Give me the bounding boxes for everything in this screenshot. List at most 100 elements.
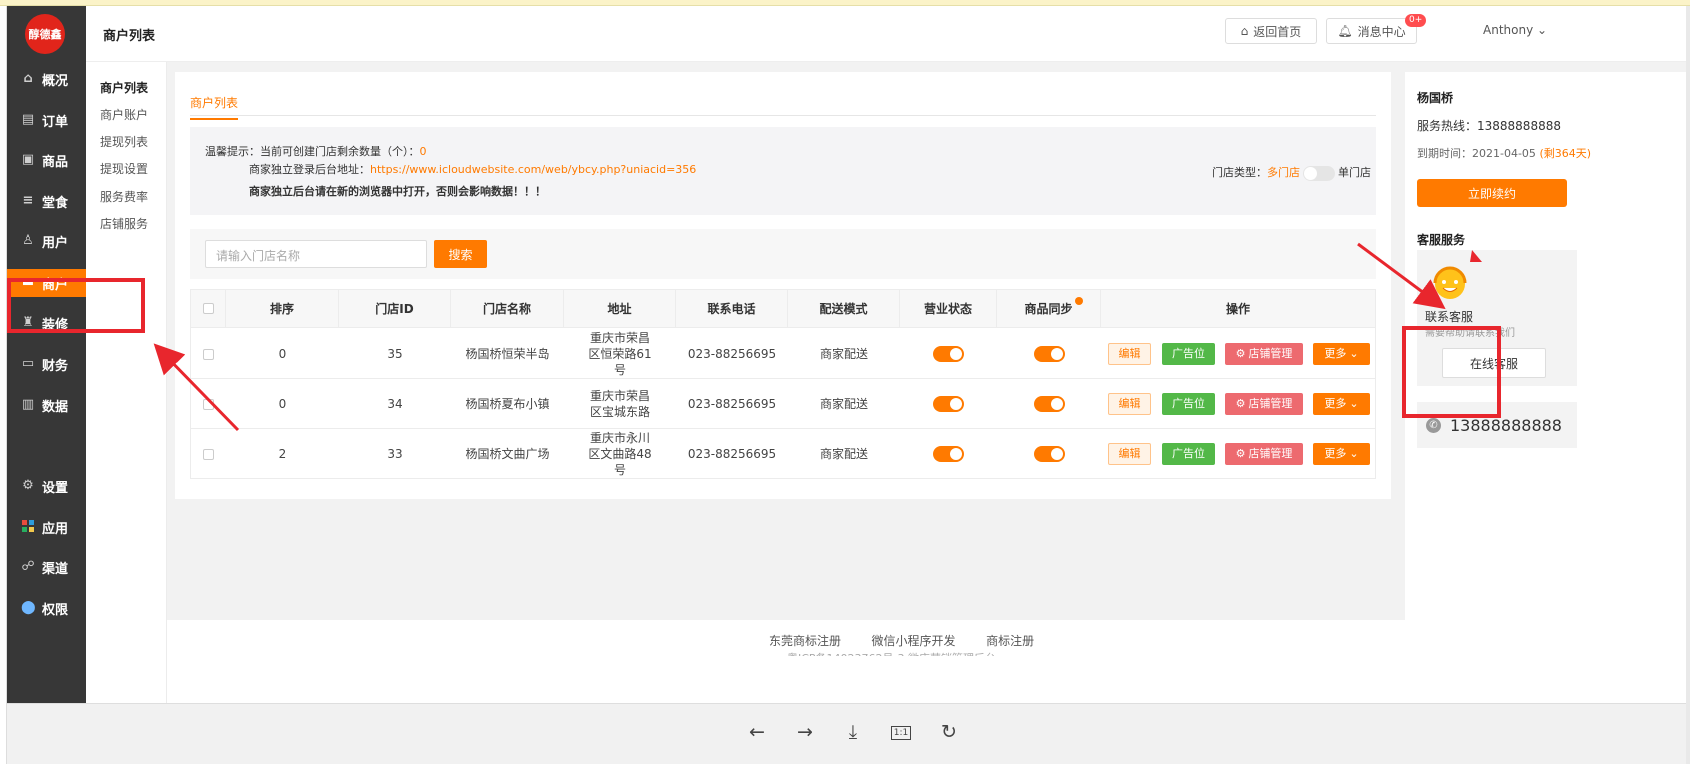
service-hotline: 服务热线：13888888888: [1417, 119, 1561, 133]
address-cell: 重庆市荣昌区恒荣路61号: [588, 331, 652, 377]
footer-link[interactable]: 微信小程序开发: [872, 634, 956, 648]
user-menu[interactable]: Anthony ⌄: [1483, 23, 1547, 37]
sidebar-item-users[interactable]: ♙ 用户: [7, 227, 86, 255]
actions-cell: 编辑 广告位 ⚙ 店铺管理 更多 ⌄: [1101, 379, 1375, 429]
ad-slot-button[interactable]: 广告位: [1162, 443, 1215, 465]
store-table: 排序 门店ID 门店名称 地址 联系电话 配送模式 营业状态 商品同步 操作 0…: [190, 289, 1376, 479]
image-viewer-toolbar: ← → ⤓ 1:1 ↻: [7, 703, 1686, 764]
ad-slot-button[interactable]: 广告位: [1162, 343, 1215, 365]
row-checkbox[interactable]: [203, 398, 214, 410]
store-type-multi[interactable]: 多门店: [1267, 166, 1300, 179]
row-checkbox[interactable]: [203, 448, 214, 460]
renew-button[interactable]: 立即续约: [1417, 179, 1567, 207]
store-manage-label: 店铺管理: [1248, 347, 1293, 360]
more-dropdown-button[interactable]: 更多 ⌄: [1313, 343, 1370, 365]
sidebar-item-goods[interactable]: ▣ 商品: [7, 146, 86, 174]
download-icon[interactable]: ⤓: [841, 720, 865, 744]
more-dropdown-button[interactable]: 更多 ⌄: [1313, 443, 1370, 465]
store-manage-button[interactable]: ⚙ 店铺管理: [1225, 443, 1303, 465]
goods-sync-switch-cell: [997, 329, 1101, 379]
store-type-single[interactable]: 单门店: [1338, 166, 1371, 179]
edit-button[interactable]: 编辑: [1108, 393, 1151, 415]
subnav-item-merchant-account[interactable]: 商户账户: [100, 106, 148, 123]
goods-sync-switch[interactable]: [1033, 396, 1065, 412]
sidebar-item-data[interactable]: ▥ 数据: [7, 391, 86, 419]
sidebar-item-channels[interactable]: ☍ 渠道: [7, 553, 86, 581]
expire-date-label: 到期时间：2021-04-05: [1417, 147, 1536, 160]
sidebar-item-label: 数据: [42, 399, 69, 415]
message-center-button[interactable]: 🔔︎ 消息中心: [1326, 18, 1417, 44]
subnav-item-withdraw-list[interactable]: 提现列表: [100, 133, 148, 150]
business-status-switch[interactable]: [933, 346, 964, 362]
goods-sync-switch[interactable]: [1033, 346, 1065, 362]
business-status-switch-cell: [900, 329, 997, 379]
goods-sync-switch[interactable]: [1033, 446, 1065, 462]
sidebar-item-dine-in[interactable]: ≡ 堂食: [7, 187, 86, 215]
goods-sync-switch-cell: [997, 379, 1101, 429]
actual-size-icon[interactable]: 1:1: [889, 720, 913, 744]
address-cell: 重庆市荣昌区宝城东路: [589, 389, 650, 419]
subnav-item-store-service[interactable]: 店铺服务: [100, 215, 148, 232]
business-status-switch[interactable]: [933, 446, 964, 462]
subnav-item-withdraw-settings[interactable]: 提现设置: [100, 160, 148, 177]
column-header: 操作: [1101, 290, 1375, 328]
row-checkbox-cell[interactable]: [191, 429, 226, 479]
row-checkbox[interactable]: [203, 348, 214, 360]
sidebar-item-overview[interactable]: ⌂ 概况: [7, 65, 86, 93]
ad-slot-button[interactable]: 广告位: [1162, 393, 1215, 415]
actions-cell: 编辑 广告位 ⚙ 店铺管理 更多 ⌄: [1101, 429, 1375, 479]
notice-url-label: 商家独立登录后台地址：: [249, 163, 370, 176]
merchant-login-link[interactable]: https://www.icloudwebsite.com/web/ybcy.p…: [370, 163, 696, 176]
expire-date: 到期时间：2021-04-05 (剩364天): [1417, 145, 1591, 161]
search-button[interactable]: 搜索: [434, 240, 487, 268]
more-dropdown-button[interactable]: 更多 ⌄: [1313, 393, 1370, 415]
footer-link[interactable]: 商标注册: [986, 634, 1034, 648]
header-checkbox-cell[interactable]: [191, 290, 226, 328]
more-label: 更多: [1324, 347, 1347, 360]
store-manage-button[interactable]: ⚙ 店铺管理: [1225, 393, 1303, 415]
subnav-item-service-rate[interactable]: 服务费率: [100, 188, 148, 205]
delivery-cell: 商家配送: [819, 397, 868, 411]
table-row: 0 34 杨国桥夏布小镇 重庆市荣昌区宝城东路 023-88256695 商家配送 编辑 广告…: [191, 379, 1375, 429]
store-manage-label: 店铺管理: [1248, 447, 1293, 460]
info-dot-icon[interactable]: [1075, 297, 1083, 305]
rotate-icon[interactable]: ↻: [937, 720, 961, 744]
row-checkbox-cell[interactable]: [191, 329, 226, 379]
subnav-item-merchant-list[interactable]: 商户列表: [100, 79, 148, 96]
footer-link[interactable]: 东莞商标注册: [769, 634, 841, 648]
back-home-button[interactable]: ⌂ 返回首页: [1225, 18, 1317, 44]
arrow-right-icon[interactable]: →: [793, 720, 817, 744]
top-header: 商户列表 ⌂ 返回首页 🔔︎ 消息中心 0+ Anthony ⌄: [86, 6, 1686, 62]
store-type-label: 门店类型：: [1212, 166, 1267, 179]
gear-icon: ⚙: [22, 478, 34, 493]
edit-button[interactable]: 编辑: [1108, 443, 1151, 465]
arrow-left-icon[interactable]: ←: [745, 720, 769, 744]
link-icon: ☍: [21, 559, 35, 574]
phone-icon: ✆: [1426, 417, 1441, 433]
tab-merchant-list[interactable]: 商户列表: [190, 94, 239, 120]
store-type-toggle[interactable]: [1303, 165, 1335, 181]
column-header: 商品同步: [1024, 302, 1073, 316]
sidebar-item-orders[interactable]: ▤ 订单: [7, 106, 86, 134]
sidebar-item-apps[interactable]: 应用: [7, 513, 86, 541]
edit-button[interactable]: 编辑: [1108, 343, 1151, 365]
sub-sidebar: 商户列表 商户账户 提现列表 提现设置 服务费率 店铺服务: [86, 62, 167, 703]
row-checkbox-cell[interactable]: [191, 379, 226, 429]
sidebar-item-label: 订单: [42, 114, 69, 130]
business-status-switch-cell: [900, 429, 997, 479]
column-header-sync: 商品同步: [997, 290, 1101, 328]
actual-size-text: 1:1: [890, 725, 912, 740]
phone-cell: 023-88256695: [687, 397, 777, 411]
sidebar-item-settings[interactable]: ⚙ 设置: [7, 472, 86, 500]
business-status-switch[interactable]: [933, 396, 964, 412]
store-name-search-input[interactable]: 请输入门店名称: [205, 240, 427, 268]
sidebar-item-permissions[interactable]: ⬤ 权限: [7, 594, 86, 622]
store-manage-button[interactable]: ⚙ 店铺管理: [1225, 343, 1303, 365]
select-all-checkbox[interactable]: [202, 303, 214, 314]
window-scrollbar[interactable]: [1686, 6, 1690, 764]
sidebar-item-label: 商品: [42, 154, 69, 170]
sidebar-item-finance[interactable]: ▭ 财务: [7, 350, 86, 378]
footer-icp: 粤ICP备14023762号-3 微店营销管理后台: [787, 650, 996, 656]
footer-links: 东莞商标注册 微信小程序开发 商标注册: [769, 632, 1034, 649]
brand-logo[interactable]: 醇德鑫: [25, 14, 65, 54]
